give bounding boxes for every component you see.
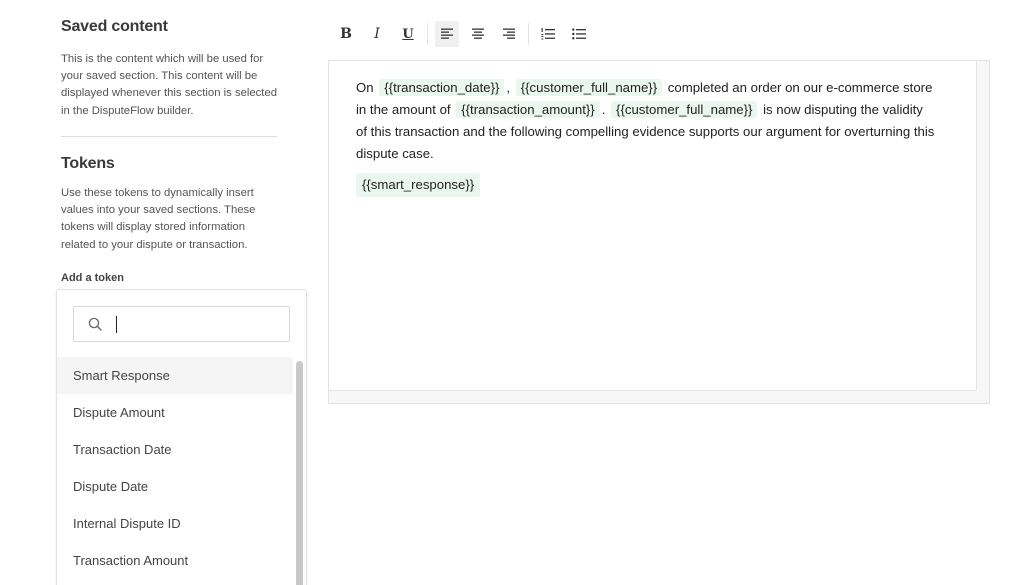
align-right-button[interactable] bbox=[497, 21, 521, 47]
italic-button[interactable]: I bbox=[365, 21, 389, 47]
editor-text: . bbox=[601, 102, 606, 117]
token-option-transaction-date[interactable]: Transaction Date bbox=[57, 431, 293, 468]
token-dropdown: Smart Response Dispute Amount Transactio… bbox=[56, 289, 307, 585]
toolbar-separator bbox=[528, 23, 529, 45]
ordered-list-icon bbox=[541, 28, 555, 40]
editor-text: , bbox=[506, 80, 511, 95]
align-center-button[interactable] bbox=[466, 21, 490, 47]
italic-icon: I bbox=[374, 26, 380, 42]
saved-content-description: This is the content which will be used f… bbox=[61, 53, 278, 117]
tokens-title: Tokens bbox=[61, 155, 115, 172]
ordered-list-button[interactable] bbox=[536, 21, 560, 47]
token-search-input[interactable] bbox=[126, 313, 276, 335]
bullet-list-button[interactable] bbox=[567, 21, 591, 47]
token-option-transaction-amount[interactable]: Transaction Amount bbox=[57, 542, 293, 579]
align-right-icon bbox=[502, 28, 515, 39]
align-left-icon bbox=[440, 28, 453, 39]
token-chip-transaction-date[interactable]: {{transaction_date}} bbox=[379, 79, 505, 96]
token-chip-transaction-amount[interactable]: {{transaction_amount}} bbox=[456, 101, 600, 118]
editor-frame: On {{transaction_date}}, {{customer_full… bbox=[328, 60, 990, 404]
token-chip-customer-full-name[interactable]: {{customer_full_name}} bbox=[611, 101, 758, 118]
token-chip-customer-full-name[interactable]: {{customer_full_name}} bbox=[515, 79, 663, 96]
bold-button[interactable]: B bbox=[334, 21, 358, 47]
search-icon bbox=[88, 317, 102, 331]
section-divider bbox=[61, 136, 277, 137]
token-chip-smart-response[interactable]: {{smart_response}} bbox=[356, 173, 481, 197]
underline-icon: U bbox=[402, 26, 414, 42]
token-option-dispute-date[interactable]: Dispute Date bbox=[57, 468, 293, 505]
align-center-icon bbox=[471, 28, 484, 39]
editor-paragraph[interactable]: On {{transaction_date}}, {{customer_full… bbox=[356, 77, 936, 165]
editor-text: On bbox=[356, 80, 374, 95]
token-list-scrollbar[interactable] bbox=[296, 361, 303, 585]
toolbar-separator bbox=[427, 23, 428, 45]
tokens-description: Use these tokens to dynamically insert v… bbox=[61, 187, 256, 251]
rich-text-editor[interactable]: On {{transaction_date}}, {{customer_full… bbox=[329, 61, 977, 391]
bullet-list-icon bbox=[572, 28, 586, 40]
token-option-smart-response[interactable]: Smart Response bbox=[57, 357, 293, 394]
token-option-internal-dispute-id[interactable]: Internal Dispute ID bbox=[57, 505, 293, 542]
token-search-box[interactable] bbox=[73, 306, 290, 342]
token-option-dispute-amount[interactable]: Dispute Amount bbox=[57, 394, 293, 431]
token-list: Smart Response Dispute Amount Transactio… bbox=[57, 357, 293, 579]
align-left-button[interactable] bbox=[435, 21, 459, 47]
text-caret bbox=[116, 316, 117, 333]
bold-icon: B bbox=[340, 26, 352, 42]
add-token-label: Add a token bbox=[61, 272, 124, 284]
editor-toolbar: B I U bbox=[334, 21, 598, 47]
saved-content-title: Saved content bbox=[61, 18, 168, 35]
underline-button[interactable]: U bbox=[396, 21, 420, 47]
